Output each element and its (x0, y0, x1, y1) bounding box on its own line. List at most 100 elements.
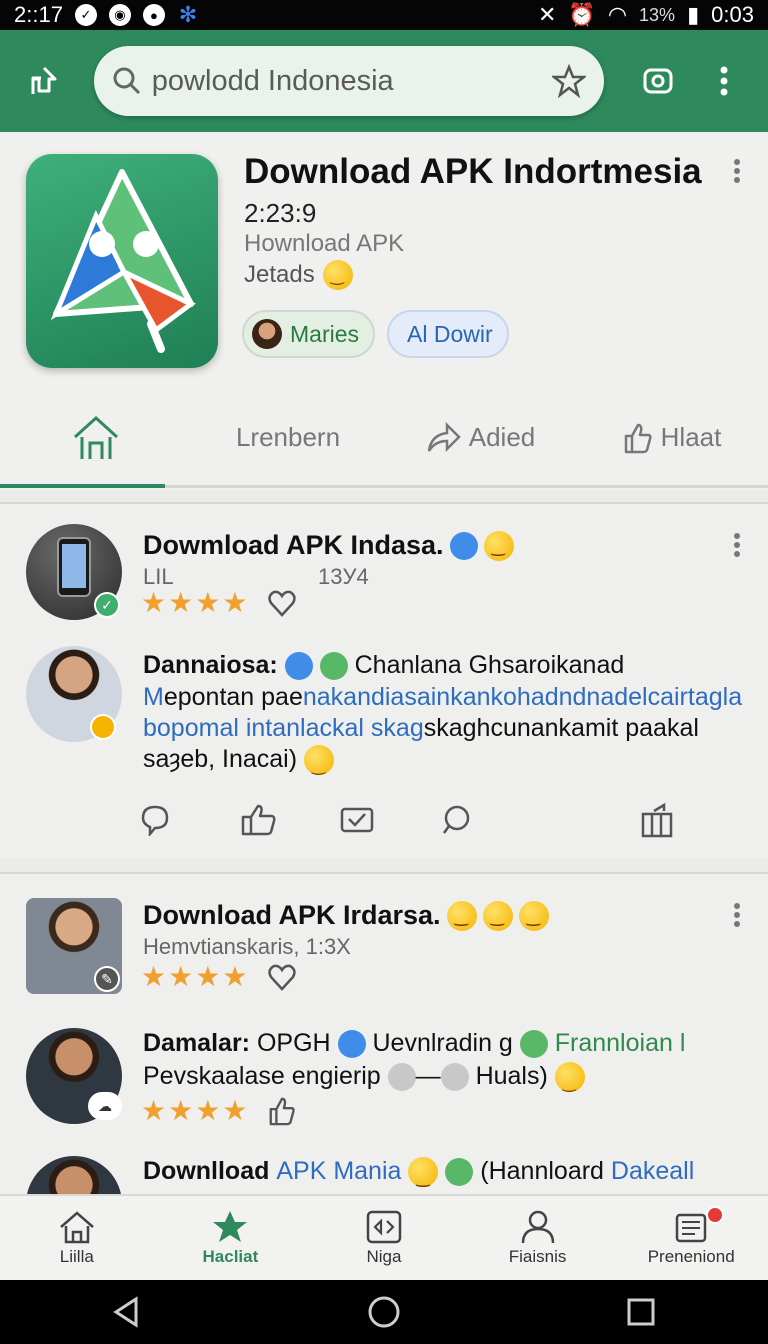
comment-heading: Chanlana Ghsaroikanad (354, 651, 625, 679)
nav-preneniond[interactable]: Preneniond (614, 1196, 768, 1280)
comment-button[interactable] (440, 800, 540, 840)
more-vertical-icon (720, 66, 728, 96)
star-icon: ★ (195, 961, 221, 992)
status-bar: 2::17 ✓ ◉ ● ✻ ✕ ⏰ ◠ 13% ▮ 0:03 (0, 0, 768, 30)
thumbs-up-icon[interactable] (267, 1096, 297, 1126)
tab-home[interactable] (0, 390, 192, 488)
tab-label: Adied (468, 422, 536, 452)
chip-maries[interactable]: Maries (242, 310, 376, 358)
record-icon: ◉ (108, 4, 131, 26)
chip-label: Maries (290, 320, 360, 347)
tab-hlaat[interactable]: Hlaat (576, 390, 768, 485)
check-box-icon (340, 807, 374, 833)
app-logo (26, 154, 218, 368)
share-post-button[interactable] (640, 800, 740, 840)
tab-bar: Lrenbern Adied Hlaat (0, 390, 768, 488)
nav-niga[interactable]: Niga (307, 1196, 461, 1280)
media-icon (366, 1210, 402, 1244)
tab-label: Lrenbern (235, 422, 341, 452)
battery-icon: ▮ (687, 2, 700, 27)
nav-liilla[interactable]: Liilla (0, 1196, 154, 1280)
heart-outline-icon[interactable] (267, 962, 297, 992)
nav-label: Hacliat (202, 1247, 259, 1266)
camera-button[interactable] (632, 55, 684, 107)
star-icon: ★ (222, 587, 248, 618)
reply-fragment: Uevnlradin g (372, 1029, 513, 1057)
post-title-fragment: Downlload (143, 1157, 270, 1185)
post-more-button[interactable] (732, 902, 742, 933)
post-title-fragment: (Hannloard (480, 1157, 604, 1185)
smile-emoji-icon (518, 900, 549, 931)
reply-button[interactable] (140, 800, 240, 840)
recents-icon[interactable] (626, 1297, 656, 1327)
status-time: 2::17 (14, 2, 63, 27)
action-row (140, 800, 740, 840)
like-button[interactable] (240, 800, 340, 840)
tab-lrenbern[interactable]: Lrenbern (192, 390, 384, 485)
home-icon (73, 415, 119, 459)
chip-al-dowir[interactable]: Al Dowir (387, 310, 509, 358)
comment-line: bopomal intanlackal skagskaghcunankamit … (143, 713, 699, 744)
heart-outline-icon[interactable] (267, 588, 297, 618)
camera-icon (643, 68, 673, 94)
crying-emoji-icon (387, 1063, 416, 1092)
smile-emoji-icon (408, 1157, 439, 1194)
bottom-navigation: Liilla Hacliat Niga Fiaisnis Preneniond (0, 1194, 768, 1280)
comment-fragment: skaghcunankamit paakal (423, 714, 699, 742)
more-vertical-icon (734, 903, 740, 927)
star-rating: ★ ★ ★ ★ (141, 586, 297, 619)
blue-emoji-icon (284, 652, 313, 681)
post-title: Download APK Irdarsa. (143, 900, 549, 931)
search-bar[interactable]: powlodd Indonesia (93, 46, 604, 116)
star-outline-icon[interactable] (552, 64, 586, 98)
smile-emoji-icon (322, 260, 353, 290)
nav-fiaisnis[interactable]: Fiaisnis (461, 1196, 615, 1280)
comment-line: saȝeb, Inacai) (143, 744, 335, 782)
avatar[interactable] (26, 1156, 122, 1194)
document-icon (675, 1213, 707, 1243)
star-icon: ★ (195, 1095, 221, 1126)
share-button[interactable] (18, 55, 70, 107)
notification-dot (705, 1206, 724, 1224)
face-emoji-icon (446, 900, 477, 931)
share-arrow-icon (427, 421, 461, 452)
home-icon (59, 1211, 94, 1244)
app-more-button[interactable] (732, 158, 742, 189)
app-version: 2:23:9 (244, 198, 317, 228)
person-icon (521, 1210, 554, 1244)
thumbs-up-icon (241, 804, 276, 836)
star-icon: ★ (141, 1095, 167, 1126)
comment-fragment: lcairtagla (642, 683, 743, 711)
overflow-menu-button[interactable] (698, 55, 750, 107)
post-card: ✓ Dowmload APK Indasa. LIL 13У4 ★★★★ Dan… (0, 502, 768, 858)
star-icon: ★ (141, 961, 167, 992)
app-header: Download APK Indortmesia 2:23:9 Hownload… (0, 132, 768, 490)
star-icon: ★ (168, 961, 194, 992)
back-icon[interactable] (112, 1296, 142, 1328)
check-button[interactable] (340, 800, 440, 840)
reply-fragment: Pevskaalase engierip (143, 1062, 381, 1090)
nav-label: Fiaisnis (508, 1247, 567, 1266)
app-subtitle: Hownload APK (244, 230, 405, 257)
green-emoji-icon (445, 1158, 474, 1187)
reply-line: Pevskaalase engierip — Huals) (143, 1061, 585, 1099)
reply-author: Damalar: (143, 1029, 250, 1057)
nav-label: Liilla (59, 1247, 94, 1266)
reply-fragment: Huals) (475, 1062, 548, 1090)
home-circle-icon[interactable] (367, 1295, 401, 1329)
status-clock: 0:03 (711, 2, 754, 27)
post-more-button[interactable] (732, 532, 742, 563)
comment-author: Dannaiosa: (143, 651, 278, 679)
search-query[interactable]: powlodd Indonesia (152, 65, 552, 98)
app-icon: ✻ (178, 2, 198, 27)
comment-fragment: saȝeb, Inacai) (143, 745, 298, 773)
nav-label: Preneniond (647, 1247, 735, 1266)
green-emoji-icon (519, 1030, 548, 1059)
smile-emoji-icon (483, 530, 514, 561)
star-rating: ★ ★ ★ ★ (141, 1094, 297, 1127)
app-publisher: Jetads (244, 260, 353, 290)
post-count: 13У4 (318, 564, 369, 589)
smile-emoji-icon (304, 745, 335, 782)
tab-adied[interactable]: Adied (384, 390, 576, 485)
nav-hacliat[interactable]: Hacliat (154, 1196, 308, 1280)
